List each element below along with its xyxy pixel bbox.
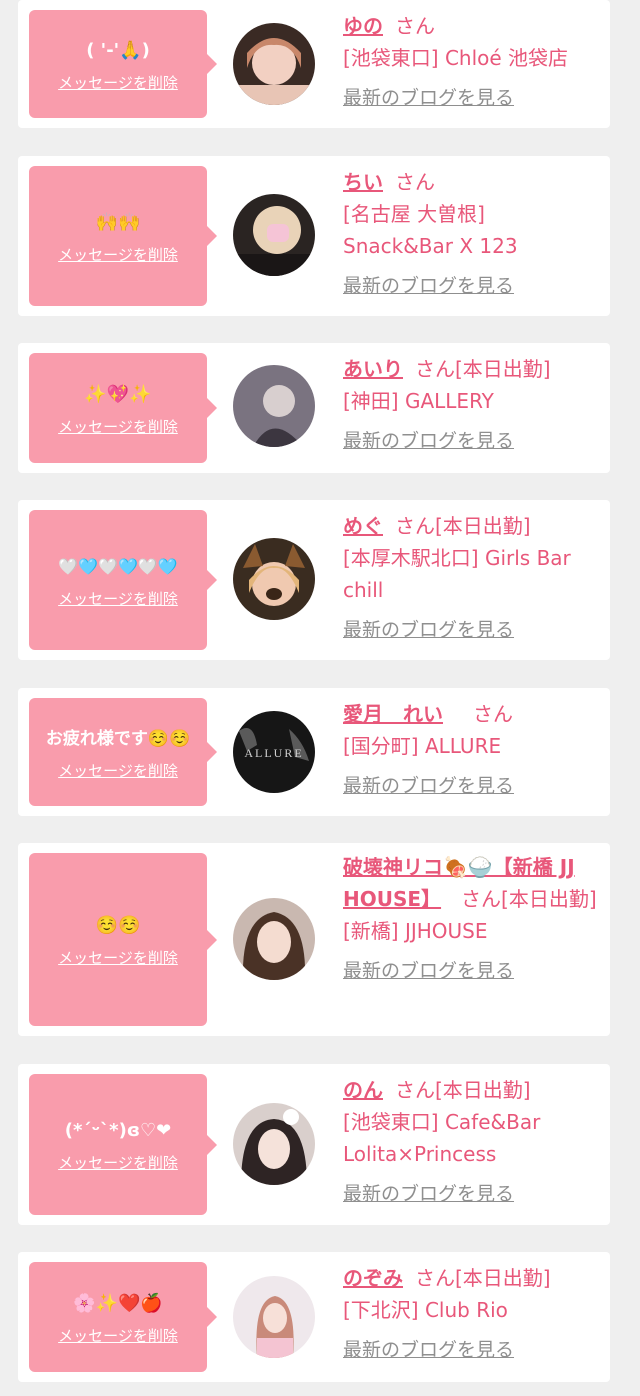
latest-blog-link[interactable]: 最新のブログを見る [343,1178,514,1210]
cast-info: めぐ さん[本日出勤] [本厚木駅北口] Girls Bar chill 最新のブ… [343,510,603,646]
message-card: ☺️☺️ メッセージを削除 破壊神リコ🍖🍚【新橋 JJ HOUSE】 さん[本日出… [18,843,610,1036]
cast-name-link[interactable]: ちい [343,170,383,194]
message-card: ✨💖✨ メッセージを削除 あいり さん[本日出勤] [神田] GALLERY 最新… [18,343,610,473]
message-text: ( '-'🙏) [86,39,150,61]
delete-message-link[interactable]: メッセージを削除 [58,760,178,781]
delete-message-link[interactable]: メッセージを削除 [58,588,178,609]
avatar[interactable] [233,1276,315,1358]
cast-name-link[interactable]: のん [343,1078,383,1102]
delete-message-link[interactable]: メッセージを削除 [58,947,178,968]
delete-message-link[interactable]: メッセージを削除 [58,416,178,437]
cast-info: ゆの さん [池袋東口] Chloé 池袋店 最新のブログを見る [343,10,603,114]
message-bubble: (*´ᵕ`*)ɞ♡❤ メッセージを削除 [29,1074,217,1215]
cast-suffix: さん[本日出勤] [461,887,597,911]
cast-info: のぞみ さん[本日出勤] [下北沢] Club Rio 最新のブログを見る [343,1262,603,1366]
latest-blog-link[interactable]: 最新のブログを見る [343,614,514,646]
message-bubble: 🙌🙌 メッセージを削除 [29,166,217,306]
shop-name: [名古屋 大曽根] Snack&Bar X 123 [343,202,518,258]
cast-info: 愛月 れい さん [国分町] ALLURE 最新のブログを見る [343,698,603,802]
latest-blog-link[interactable]: 最新のブログを見る [343,82,514,114]
cast-suffix: さん [473,702,513,726]
shop-name: [池袋東口] Cafe&Bar Lolita×Princess [343,1110,541,1166]
cast-info: 破壊神リコ🍖🍚【新橋 JJ HOUSE】 さん[本日出勤] [新橋] JJHOUS… [343,851,603,987]
cast-info: のん さん[本日出勤] [池袋東口] Cafe&Bar Lolita×Prince… [343,1074,603,1210]
latest-blog-link[interactable]: 最新のブログを見る [343,425,514,457]
message-card: ( '-'🙏) メッセージを削除 ゆの さん [池袋東口] Chloé 池袋店 最… [18,0,610,128]
message-bubble: ( '-'🙏) メッセージを削除 [29,10,217,118]
message-card: 🙌🙌 メッセージを削除 ちい さん [名古屋 大曽根] Snack&Bar X 1… [18,156,610,316]
message-text: 🙌🙌 [95,211,141,233]
message-card: (*´ᵕ`*)ɞ♡❤ メッセージを削除 のん さん[本日出勤] [池袋東口] Ca… [18,1064,610,1225]
message-bubble: ✨💖✨ メッセージを削除 [29,353,217,463]
message-card: 🤍🩵🤍🩵🤍🩵 メッセージを削除 めぐ さん[本日出勤] [本厚木駅北口] Girl… [18,500,610,660]
message-text: ☺️☺️ [95,915,141,936]
cast-name-link[interactable]: ゆの [343,14,383,38]
shop-name: [本厚木駅北口] Girls Bar chill [343,546,571,602]
latest-blog-link[interactable]: 最新のブログを見る [343,955,514,987]
latest-blog-link[interactable]: 最新のブログを見る [343,270,514,302]
avatar[interactable] [233,365,315,447]
latest-blog-link[interactable]: 最新のブログを見る [343,770,514,802]
latest-blog-link[interactable]: 最新のブログを見る [343,1334,514,1366]
message-bubble: 🌸✨❤️🍎 メッセージを削除 [29,1262,217,1372]
avatar[interactable] [233,194,315,276]
message-text: 🤍🩵🤍🩵🤍🩵 [58,556,178,576]
avatar[interactable]: ALLURE [233,711,315,793]
delete-message-link[interactable]: メッセージを削除 [58,1152,178,1173]
delete-message-link[interactable]: メッセージを削除 [58,244,178,265]
message-text: (*´ᵕ`*)ɞ♡❤ [64,1120,172,1141]
avatar[interactable] [233,1103,315,1185]
avatar-logo-text: ALLURE [244,746,303,760]
message-bubble: 🤍🩵🤍🩵🤍🩵 メッセージを削除 [29,510,217,650]
cast-suffix: さん[本日出勤] [415,357,551,381]
delete-message-link[interactable]: メッセージを削除 [58,72,178,93]
cast-name-link[interactable]: あいり [343,357,403,381]
cast-suffix: さん[本日出勤] [415,1266,551,1290]
shop-name: [新橋] JJHOUSE [343,919,488,943]
message-bubble: お疲れ様です☺️☺️ メッセージを削除 [29,698,217,806]
message-card: 🌸✨❤️🍎 メッセージを削除 のぞみ さん[本日出勤] [下北沢] Club Ri… [18,1252,610,1382]
cast-info: ちい さん [名古屋 大曽根] Snack&Bar X 123 最新のブログを見る [343,166,603,302]
shop-name: [国分町] ALLURE [343,734,502,758]
message-text: お疲れ様です☺️☺️ [45,728,191,749]
cast-suffix: さん [395,14,435,38]
shop-name: [神田] GALLERY [343,389,494,413]
message-text: 🌸✨❤️🍎 [73,1292,163,1314]
message-text: ✨💖✨ [84,383,152,405]
cast-suffix: さん[本日出勤] [395,514,531,538]
cast-suffix: さん[本日出勤] [395,1078,531,1102]
cast-suffix: さん [395,170,435,194]
avatar[interactable] [233,898,315,980]
cast-name-link[interactable]: 愛月 れい [343,702,443,726]
message-bubble: ☺️☺️ メッセージを削除 [29,853,217,1026]
cast-name-link[interactable]: めぐ [343,514,383,538]
cast-name-link[interactable]: のぞみ [343,1266,403,1290]
avatar[interactable] [233,23,315,105]
message-card: お疲れ様です☺️☺️ メッセージを削除 ALLURE 愛月 れい さん [国分町]… [18,688,610,816]
shop-name: [池袋東口] Chloé 池袋店 [343,46,569,70]
delete-message-link[interactable]: メッセージを削除 [58,1325,178,1346]
avatar[interactable] [233,538,315,620]
cast-info: あいり さん[本日出勤] [神田] GALLERY 最新のブログを見る [343,353,603,457]
shop-name: [下北沢] Club Rio [343,1298,508,1322]
